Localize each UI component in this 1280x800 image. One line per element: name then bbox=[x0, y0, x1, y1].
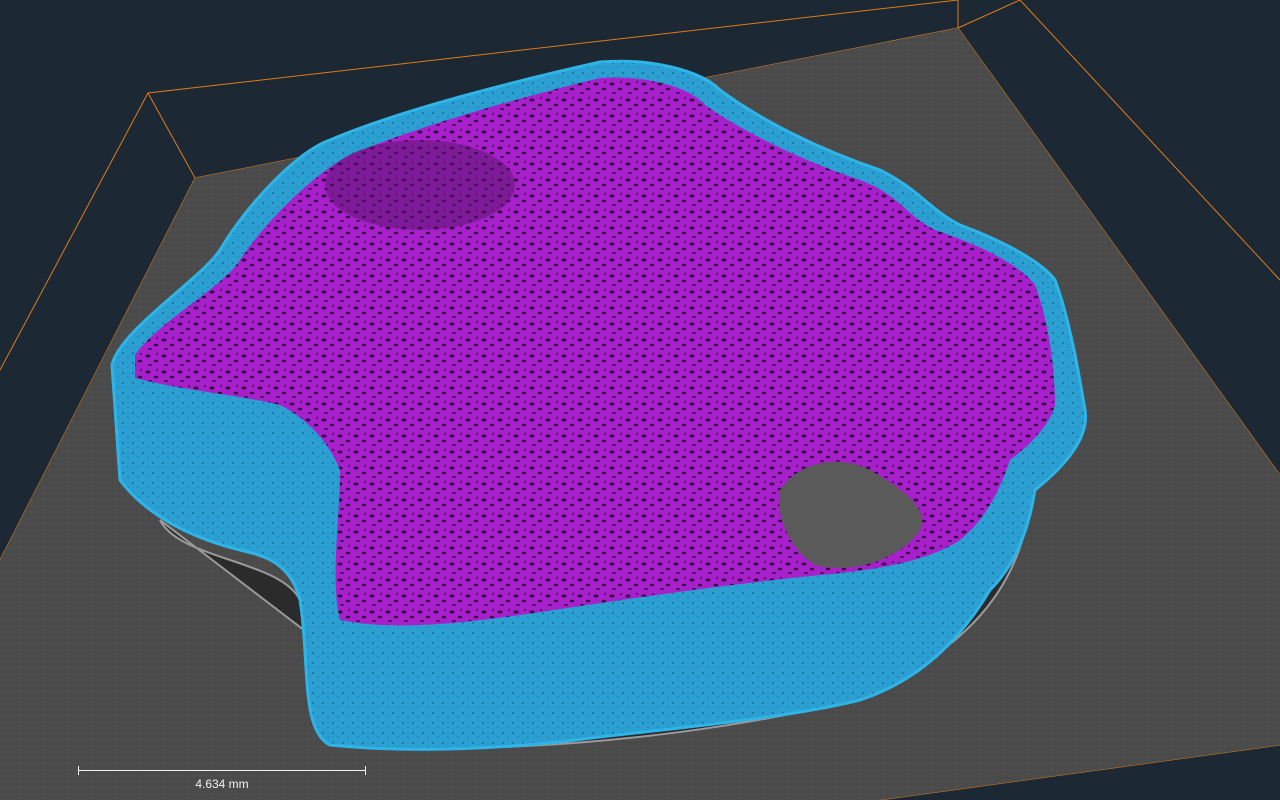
scale-bar-tick-right bbox=[365, 766, 366, 775]
dense-region bbox=[325, 140, 515, 230]
scale-bar-tick-left bbox=[78, 766, 79, 775]
scale-bar: 4.634 mm bbox=[78, 762, 366, 792]
scale-bar-line bbox=[78, 770, 366, 771]
3d-viewport[interactable]: 4.634 mm bbox=[0, 0, 1280, 800]
volume-rendering[interactable] bbox=[0, 0, 1280, 800]
scale-bar-label: 4.634 mm bbox=[195, 777, 249, 791]
